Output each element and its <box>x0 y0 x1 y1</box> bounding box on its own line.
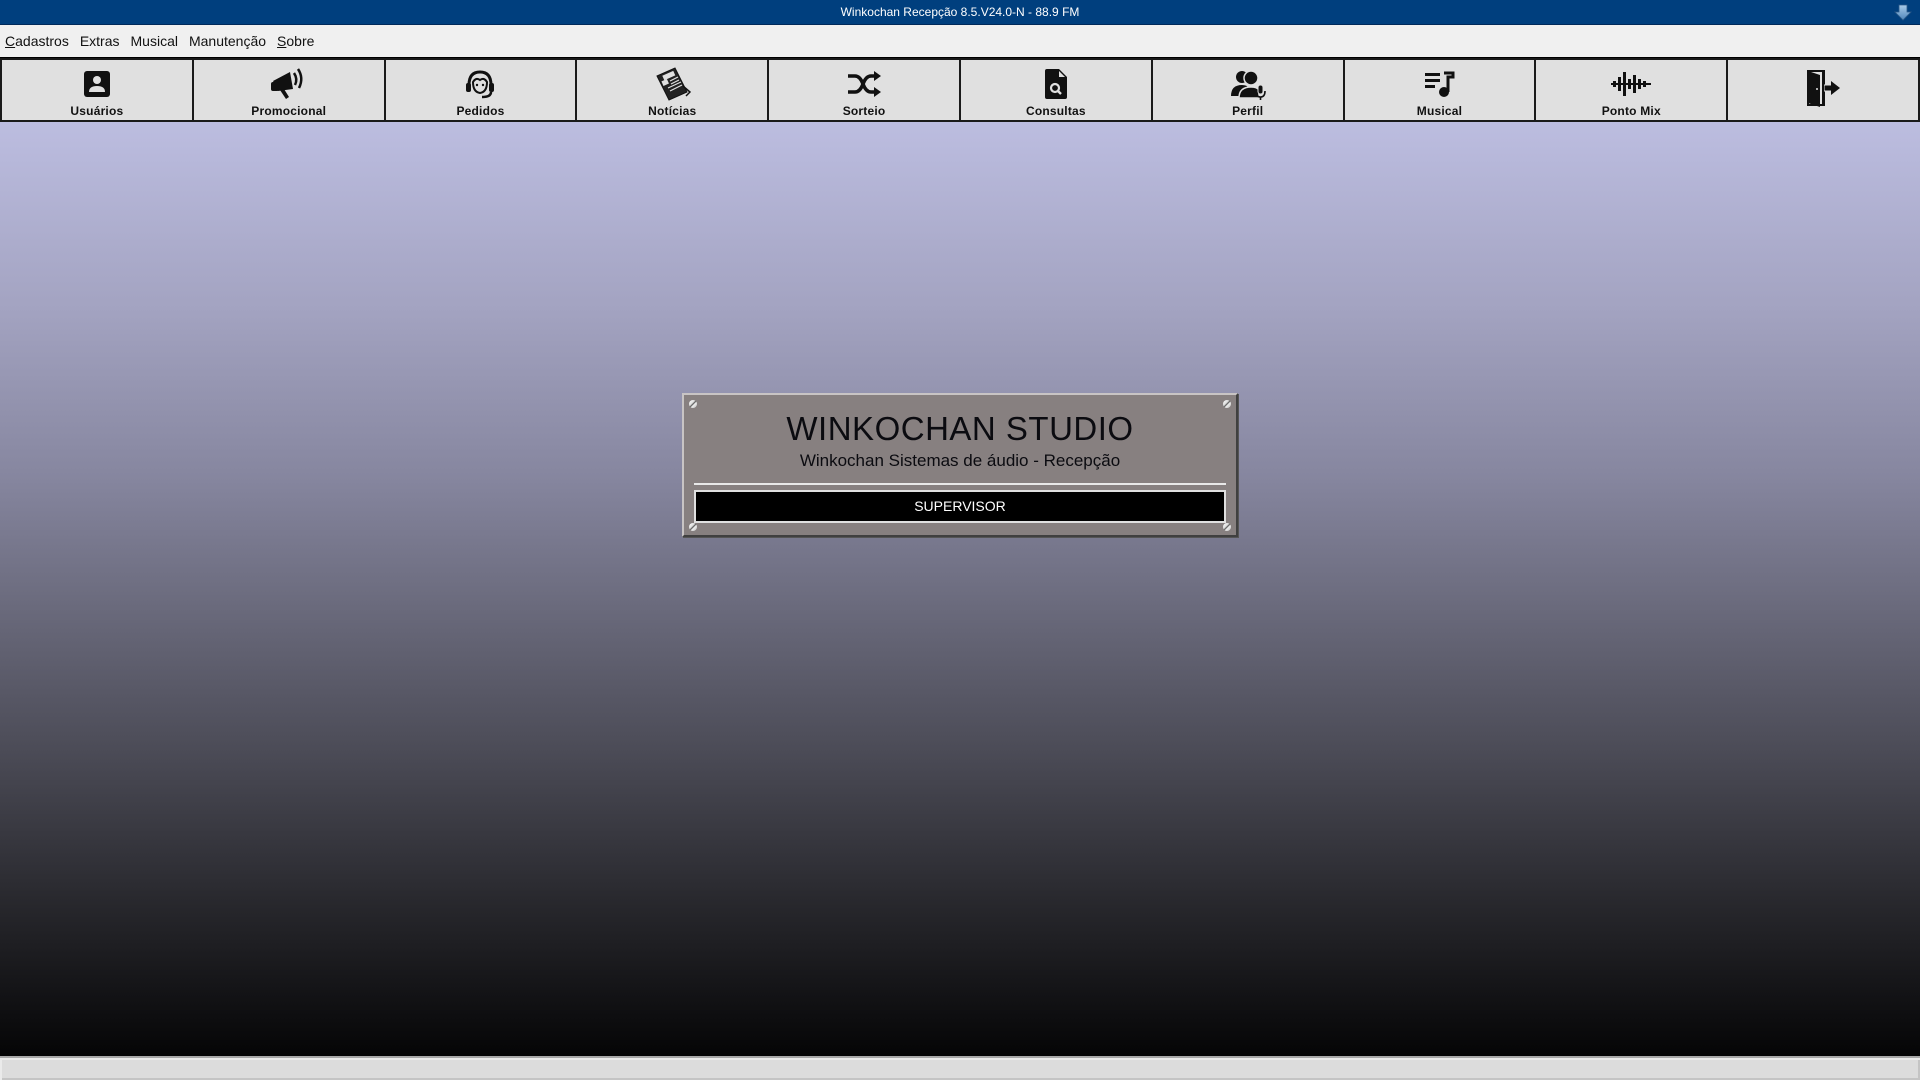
menu-mnemonic: S <box>277 33 287 49</box>
menu-label: Manutenção <box>188 33 267 49</box>
arrow-down-icon[interactable] <box>1894 4 1912 21</box>
exit-door-icon <box>1803 70 1843 107</box>
menu-label: adastros <box>15 33 69 49</box>
menu-mnemonic: C <box>5 33 16 49</box>
toolbar-button-sorteio[interactable]: Sorteio <box>768 58 960 122</box>
toolbar-button-pedidos[interactable]: Pedidos <box>384 58 577 122</box>
main-workspace <box>0 122 1920 1056</box>
screw-icon <box>1223 523 1231 531</box>
toolbar-button-noticias[interactable]: Notícias <box>576 58 769 122</box>
menu-bar: Cadastros Extras Musical Manutenção Sobr… <box>0 25 1920 57</box>
toolbar-button-ponto-mix[interactable]: Ponto Mix <box>1535 58 1728 122</box>
toolbar-button-label: Musical <box>1416 104 1463 118</box>
toolbar-button-usuarios[interactable]: Usuários <box>0 58 193 122</box>
studio-subtitle: Winkochan Sistemas de áudio - Recepção <box>799 451 1121 470</box>
toolbar-button-perfil[interactable]: Perfil <box>1151 58 1344 122</box>
menu-sobre[interactable]: Sobre <box>277 33 314 49</box>
shuffle-icon <box>844 66 884 102</box>
menu-label: obre <box>286 33 315 49</box>
toolbar-button-label: Notícias <box>648 104 697 118</box>
screw-icon <box>689 523 697 531</box>
headset-icon <box>460 66 500 102</box>
user-level-display: SUPERVISOR <box>694 490 1226 523</box>
user-card-icon <box>77 66 117 102</box>
toolbar-button-exit[interactable] <box>1727 58 1920 122</box>
toolbar-button-label: Pedidos <box>456 104 505 118</box>
menu-musical[interactable]: Musical <box>131 33 178 49</box>
file-search-icon <box>1036 66 1076 102</box>
studio-info-panel: WINKOCHAN STUDIO Winkochan Sistemas de á… <box>682 393 1238 537</box>
window-title: Winkochan Recepção 8.5.V24.0-N - 88.9 FM <box>840 5 1080 19</box>
waveform-icon <box>1611 66 1652 102</box>
toolbar-button-consultas[interactable]: Consultas <box>959 58 1152 122</box>
studio-title: WINKOCHAN STUDIO <box>786 410 1134 447</box>
panel-divider <box>694 483 1226 485</box>
toolbar-button-label: Usuários <box>70 104 124 118</box>
title-bar: Winkochan Recepção 8.5.V24.0-N - 88.9 FM <box>0 0 1920 25</box>
menu-cadastros[interactable]: Cadastros <box>5 33 69 49</box>
playlist-music-icon <box>1419 66 1459 102</box>
users-mic-icon <box>1228 66 1268 102</box>
screw-icon <box>1223 400 1231 408</box>
menu-manutencao[interactable]: Manutenção <box>189 33 266 49</box>
toolbar-button-label: Sorteio <box>842 104 886 118</box>
toolbar-button-promocional[interactable]: Promocional <box>192 58 385 122</box>
screw-icon <box>689 400 697 408</box>
megaphone-icon <box>269 66 309 102</box>
toolbar: Usuários Promocional Pedidos Notícias So… <box>0 58 1920 122</box>
menu-label: Musical <box>130 33 178 49</box>
toolbar-button-musical[interactable]: Musical <box>1343 58 1536 122</box>
menu-label: Extras <box>79 33 120 49</box>
newspaper-icon <box>652 66 692 102</box>
toolbar-button-label: Ponto Mix <box>1601 104 1661 118</box>
menu-extras[interactable]: Extras <box>80 33 120 49</box>
toolbar-button-label: Perfil <box>1232 104 1264 118</box>
toolbar-button-label: Consultas <box>1025 104 1086 118</box>
toolbar-button-label: Promocional <box>251 104 327 118</box>
status-bar <box>0 1056 1920 1080</box>
